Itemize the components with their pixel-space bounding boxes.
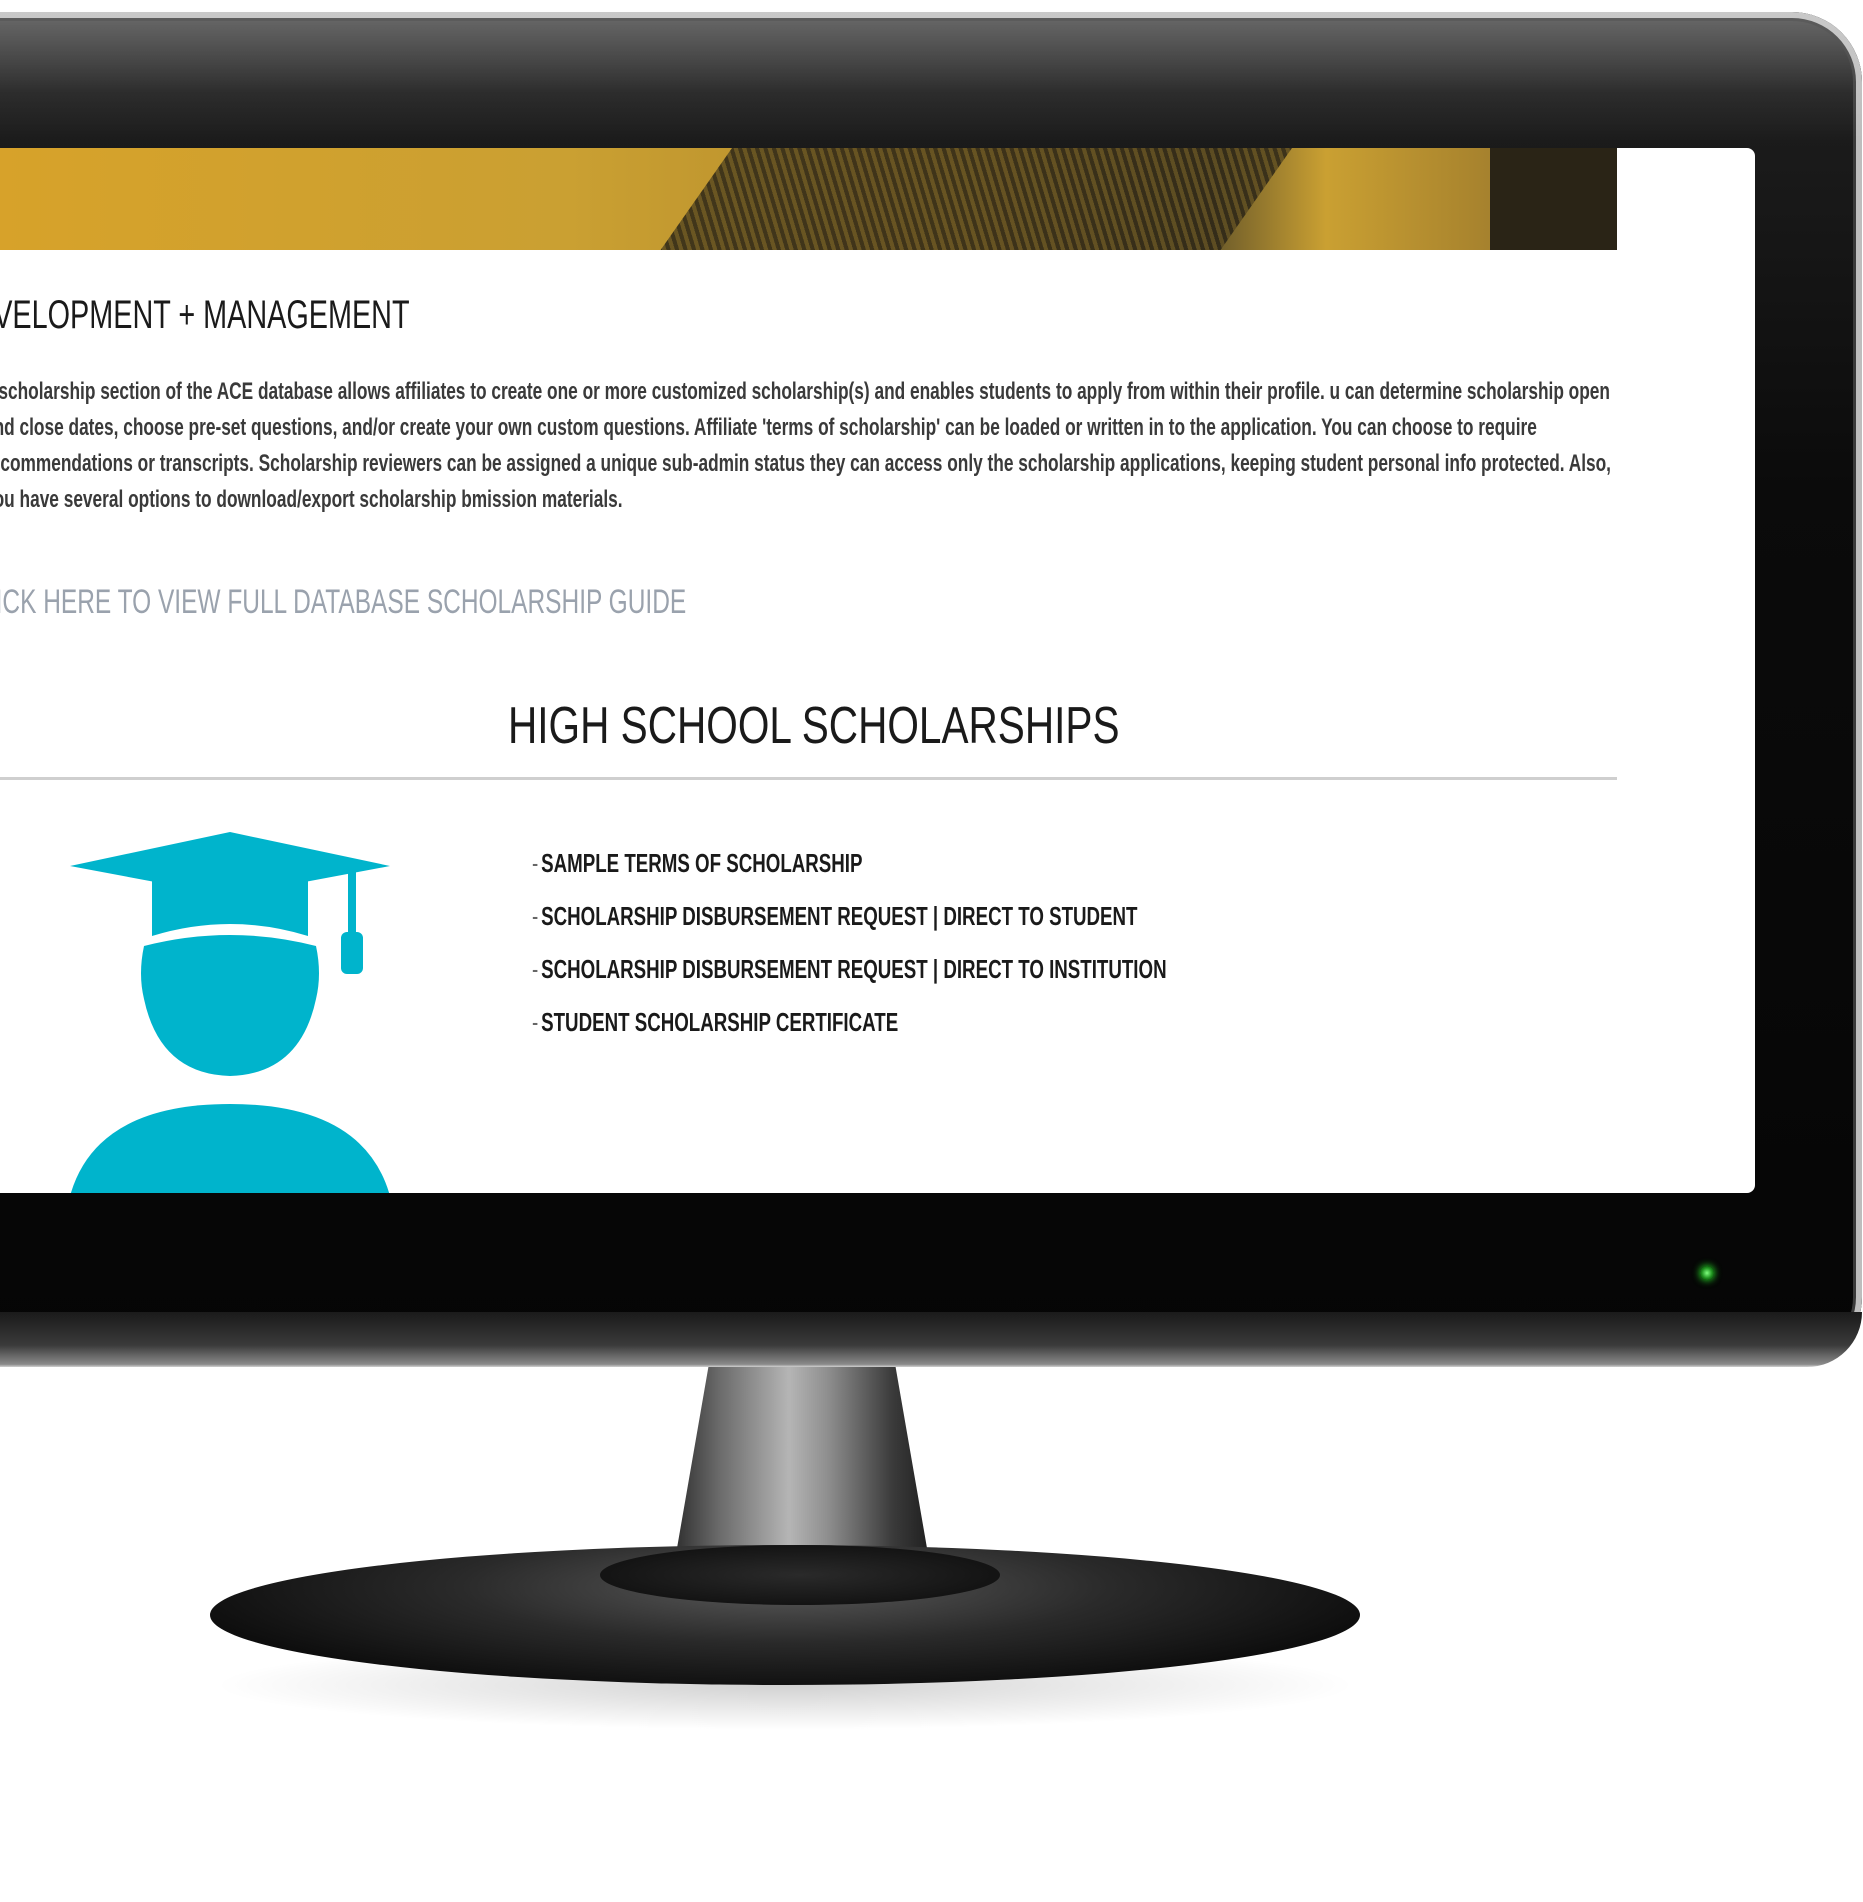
list-dash: - <box>532 954 539 984</box>
head <box>141 935 319 1076</box>
doc-label: SAMPLE TERMS OF SCHOLARSHIP <box>541 848 863 878</box>
doc-disbursement-student[interactable]: - SCHOLARSHIP DISBURSEMENT REQUEST | DIRE… <box>532 901 1167 954</box>
doc-student-certificate[interactable]: - STUDENT SCHOLARSHIP CERTIFICATE <box>532 1007 1167 1060</box>
graduate-student-icon <box>70 832 390 1193</box>
cap-band <box>152 879 308 936</box>
doc-disbursement-institution[interactable]: - SCHOLARSHIP DISBURSEMENT REQUEST | DIRE… <box>532 954 1167 1007</box>
scholarship-documents-list: - SAMPLE TERMS OF SCHOLARSHIP - SCHOLARSHI… <box>532 848 1413 1060</box>
doc-label: SCHOLARSHIP DISBURSEMENT REQUEST | DIREC… <box>541 901 1138 931</box>
description-text: e scholarship section of the ACE databas… <box>0 378 1611 513</box>
doc-label: SCHOLARSHIP DISBURSEMENT REQUEST | DIREC… <box>541 954 1167 984</box>
power-indicator-icon <box>1700 1266 1714 1280</box>
doc-sample-terms[interactable]: - SAMPLE TERMS OF SCHOLARSHIP <box>532 848 1167 901</box>
scholarship-guide-link[interactable]: LICK HERE TO VIEW FULL DATABASE SCHOLARS… <box>0 583 686 622</box>
list-dash: - <box>532 848 539 878</box>
tassel-end <box>341 932 363 974</box>
high-school-scholarships-title: HIGH SCHOOL SCHOLARSHIPS <box>508 697 1120 755</box>
tassel-string <box>348 869 356 939</box>
bezel-gloss <box>0 12 1862 142</box>
list-dash: - <box>532 1007 539 1037</box>
banner-dark-edge <box>1490 148 1617 250</box>
list-dash: - <box>532 901 539 931</box>
divider <box>0 777 1617 780</box>
doc-label: STUDENT SCHOLARSHIP CERTIFICATE <box>541 1007 899 1037</box>
stand-base-top <box>600 1545 1000 1605</box>
section-heading: EVELOPMENT + MANAGEMENT <box>0 293 410 337</box>
hero-banner <box>0 148 1617 250</box>
shoulders <box>70 1104 390 1193</box>
banner-texture <box>640 148 1300 250</box>
monitor-bottom-rim <box>0 1312 1862 1367</box>
monitor-screen: EVELOPMENT + MANAGEMENT e scholarship se… <box>0 148 1755 1193</box>
